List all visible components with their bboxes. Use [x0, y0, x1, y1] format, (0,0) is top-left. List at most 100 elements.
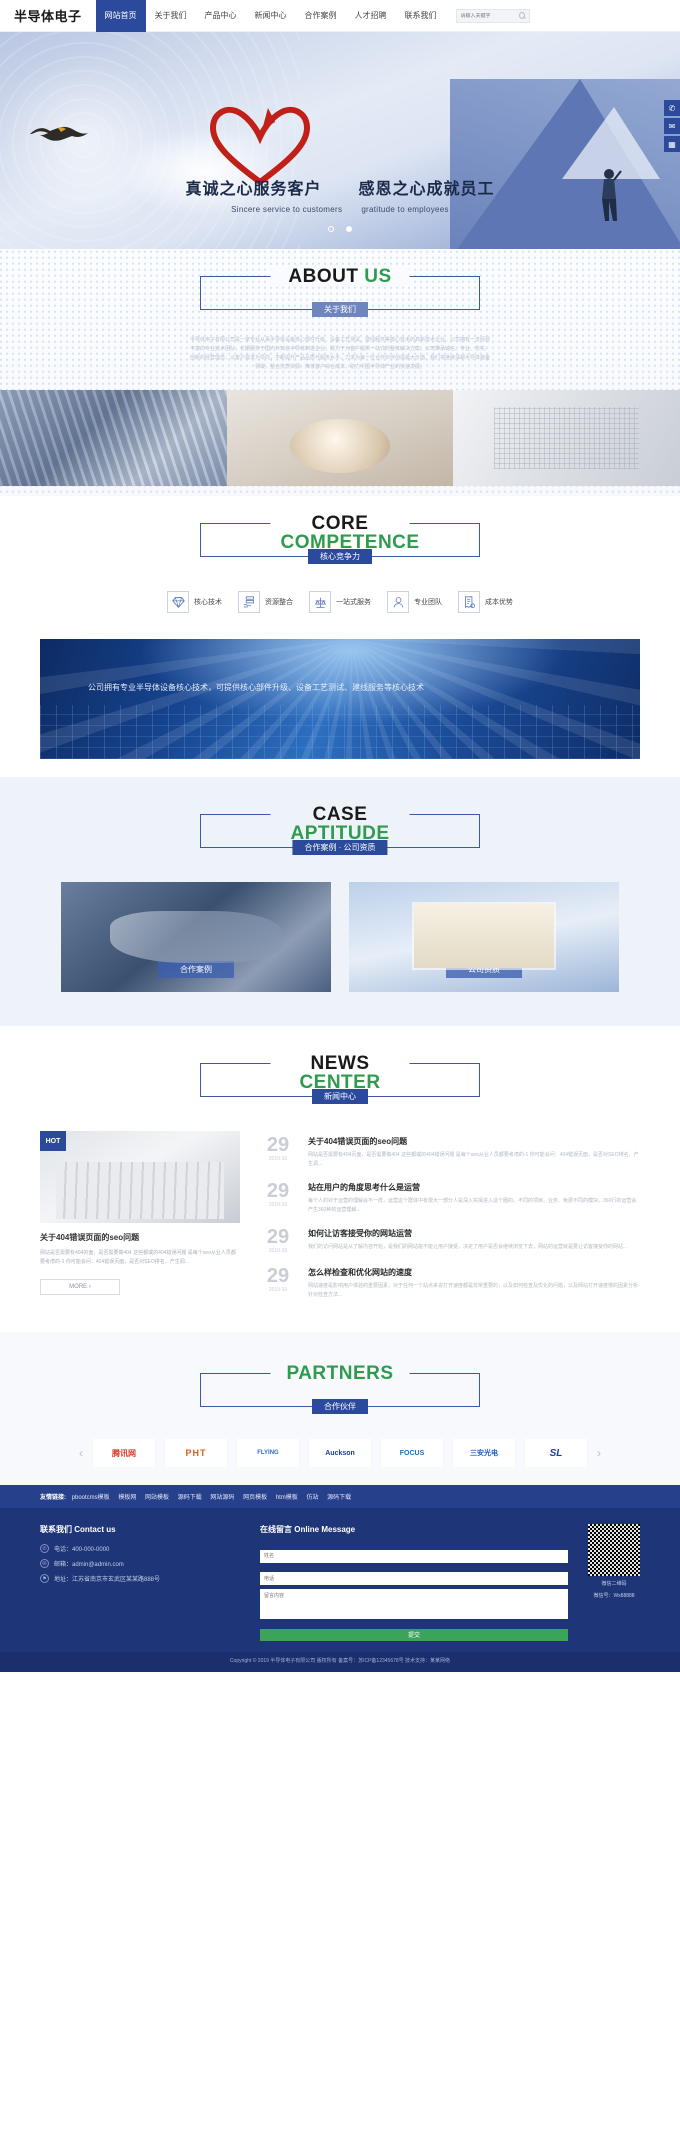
qrcode-image — [588, 1524, 640, 1576]
search-input[interactable] — [460, 12, 519, 19]
partners-title-en-green: PARTNERS — [286, 1363, 394, 1384]
message-name-input[interactable] — [260, 1549, 568, 1563]
hero-slider-dots — [0, 219, 680, 237]
news-title[interactable]: 关于404错误页面的seo问题 — [308, 1136, 640, 1147]
focus-logo[interactable]: FOCUS — [381, 1439, 443, 1467]
feature-label: 核心技术 — [194, 599, 222, 606]
site-logo[interactable]: 半导体电子 — [14, 6, 82, 25]
auckson-logo[interactable]: Auckson — [309, 1439, 371, 1467]
nav-item-contact[interactable]: 联系我们 — [396, 0, 446, 32]
pht-logo[interactable]: PHT — [165, 1439, 227, 1467]
search-box[interactable] — [455, 8, 530, 23]
bell-icon[interactable]: ✉ — [664, 118, 680, 134]
qr-caption-2: 微信号：Wx88888 — [593, 1593, 635, 1599]
featured-news-title[interactable]: 关于404错误页面的seo问题 — [40, 1232, 240, 1243]
news-body: 怎么样检查和优化网站的速度 网站速度是影响用户体验的重要因素，对于任何一个站点来… — [308, 1267, 640, 1300]
news-featured[interactable]: HOT 关于404错误页面的seo问题 网站是否需要有404的面，是否需要做40… — [40, 1131, 240, 1308]
nav-item-about[interactable]: 关于我们 — [146, 0, 196, 32]
focus-logo-text: FOCUS — [399, 1449, 425, 1457]
sanan-logo[interactable]: 三安光电 — [453, 1439, 515, 1467]
hero-text-block: 真诚之心服务客户 感恩之心成就员工 Sincere service to cus… — [0, 175, 680, 214]
partners-next-arrow[interactable]: › — [597, 1446, 601, 1460]
news-day: 29 — [266, 1134, 290, 1156]
news-year-month: 2019-10 — [268, 1156, 288, 1162]
news-title[interactable]: 怎么样检查和优化网站的速度 — [308, 1267, 640, 1278]
case-card-cooperation[interactable]: 合作案例 — [61, 882, 331, 992]
mail-icon: ✉ — [40, 1559, 49, 1568]
more-button[interactable]: MORE › — [40, 1279, 120, 1295]
message-phone-input[interactable] — [260, 1572, 568, 1585]
hero-dot-1[interactable] — [327, 226, 334, 232]
nav-item-products[interactable]: 产品中心 — [196, 0, 246, 32]
message-content-textarea[interactable] — [260, 1589, 568, 1619]
news-date: 29 2019-10 — [258, 1226, 298, 1254]
core-feature-list: 核心技术 资源整合 一站式服务 专业团队 成本优势 — [0, 591, 680, 613]
news-day: 29 — [266, 1226, 290, 1248]
footer-message-col: 在线留言 Online Message 提交 — [260, 1524, 568, 1642]
footer-message-title: 在线留言 Online Message — [260, 1525, 356, 1534]
hero-banner: 真诚之心服务客户 感恩之心成就员工 Sincere service to cus… — [0, 32, 680, 249]
feature-professional-team[interactable]: 专业团队 — [387, 591, 442, 613]
factory-machine-photo — [0, 390, 227, 486]
tencent-logo-text: 腾讯网 — [112, 1448, 136, 1458]
about-section: ABOUT US 关于我们 半导体电子有限公司是一家专业从事半导体设备核心部件升… — [0, 249, 680, 496]
news-day: 29 — [266, 1180, 290, 1202]
friend-link[interactable]: htm模板 — [276, 1495, 298, 1501]
friend-link[interactable]: 模板网 — [118, 1495, 136, 1501]
footer-contact-col: 联系我们 Contact us ✆ 电话：400-000-0000 ✉ 邮箱：a… — [40, 1524, 240, 1642]
side-tool-bar: ✆ ✉ ▦ — [664, 100, 680, 154]
feature-label: 专业团队 — [414, 599, 442, 606]
qrcode-icon[interactable]: ▦ — [664, 136, 680, 152]
about-title-en-green: US — [364, 266, 392, 287]
nav-item-careers[interactable]: 人才招聘 — [346, 0, 396, 32]
friend-link[interactable]: pbootcms模板 — [72, 1495, 110, 1501]
news-list-item[interactable]: 29 2019-10 怎么样检查和优化网站的速度 网站速度是影响用户体验的重要因… — [258, 1262, 640, 1308]
chip-wafer-photo — [453, 390, 680, 486]
friend-link[interactable]: 网站模板 — [145, 1495, 169, 1501]
news-title[interactable]: 如何让访客接受你的网站运营 — [308, 1228, 640, 1239]
feature-resource-integration[interactable]: 资源整合 — [238, 591, 293, 613]
qr-caption-1: 微信二维码 — [601, 1581, 627, 1587]
news-content: HOT 关于404错误页面的seo问题 网站是否需要有404的面，是否需要做40… — [40, 1131, 640, 1308]
feature-one-stop-service[interactable]: 一站式服务 — [309, 591, 371, 613]
news-title-block: NEWS CENTER 新闻中心 — [200, 1036, 480, 1104]
core-competence-section: CORE COMPETENCE 核心竞争力 核心技术 资源整合 一站式服务 专业… — [0, 496, 680, 777]
nav-item-news[interactable]: 新闻中心 — [246, 0, 296, 32]
friend-link[interactable]: 源码下载 — [327, 1495, 351, 1501]
news-day: 29 — [266, 1265, 290, 1287]
hero-dot-2[interactable] — [346, 226, 353, 232]
feature-core-tech[interactable]: 核心技术 — [167, 591, 222, 613]
news-title[interactable]: 站在用户的角度思考什么是运营 — [308, 1182, 640, 1193]
case-card-qualification[interactable]: 公司资质 — [349, 882, 619, 992]
tencent-logo[interactable]: 腾讯网 — [93, 1439, 155, 1467]
keyboard-photo: HOT — [40, 1131, 240, 1223]
message-submit-button[interactable]: 提交 — [260, 1628, 568, 1641]
feature-cost-advantage[interactable]: 成本优势 — [458, 591, 513, 613]
friend-link[interactable]: 仿站 — [306, 1495, 318, 1501]
friend-link[interactable]: 网站源码 — [210, 1495, 234, 1501]
news-list-item[interactable]: 29 2019-10 关于404错误页面的seo问题 网站是否需要有404页面，… — [258, 1131, 640, 1177]
about-photo-strip — [0, 390, 680, 486]
nav-item-home[interactable]: 网站首页 — [95, 0, 146, 32]
news-desc: 网站是否需要有404页面，是否需要做404 这些都或的404错误问题 是每个se… — [308, 1152, 639, 1167]
sl-logo-text: SL — [549, 1447, 563, 1459]
partners-prev-arrow[interactable]: ‹ — [79, 1446, 83, 1460]
footer-phone-line: ✆ 电话：400-000-0000 — [40, 1544, 240, 1553]
flying-logo[interactable]: FLYING — [237, 1439, 299, 1467]
partners-section: PARTNERS 合作伙伴 ‹ 腾讯网 PHT FLYING Auckson F… — [0, 1332, 680, 1485]
case-card-row: 合作案例 公司资质 — [0, 882, 680, 992]
search-icon[interactable] — [518, 12, 525, 19]
partners-title-block: PARTNERS 合作伙伴 — [200, 1346, 480, 1414]
phone-icon[interactable]: ✆ — [664, 100, 680, 116]
friend-link[interactable]: 源码下载 — [178, 1495, 202, 1501]
scales-icon — [309, 591, 331, 613]
sl-logo[interactable]: SL — [525, 1439, 587, 1467]
news-list-item[interactable]: 29 2019-10 站在用户的角度思考什么是运营 每个人的对于运营的理解会不一… — [258, 1177, 640, 1223]
friend-link[interactable]: 网页模板 — [243, 1495, 267, 1501]
core-title-en: CORE COMPETENCE — [270, 514, 419, 552]
news-list-item[interactable]: 29 2019-10 如何让访客接受你的网站运营 我们的访问网站是从了解内容开始… — [258, 1223, 640, 1262]
nav-item-cases[interactable]: 合作案例 — [296, 0, 346, 32]
site-footer: 联系我们 Contact us ✆ 电话：400-000-0000 ✉ 邮箱：a… — [0, 1508, 680, 1652]
news-body: 站在用户的角度思考什么是运营 每个人的对于运营的理解会不一样，运营这个群体中有很… — [308, 1182, 640, 1215]
hero-subtitle-right: gratitude to employees — [361, 205, 449, 214]
